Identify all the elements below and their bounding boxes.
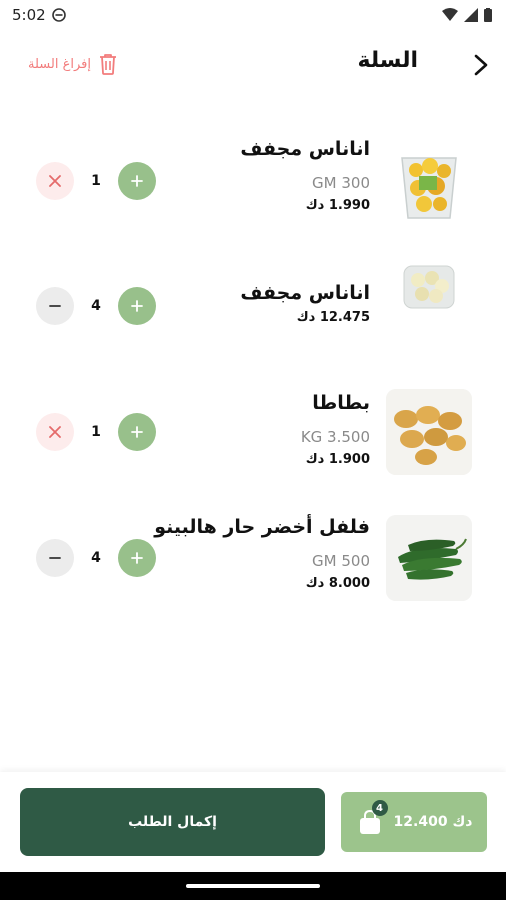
plus-icon [131, 426, 143, 438]
item-info: اناناس مجفف 12.475 دك [240, 282, 370, 325]
quantity-stepper: 1 [36, 162, 156, 200]
system-nav-bar [0, 872, 506, 900]
decrease-quantity-button[interactable] [36, 287, 74, 325]
cart-item: اناناس مجفف 12.475 دك 4 [0, 256, 506, 366]
potatoes-image [386, 389, 472, 475]
decrease-quantity-button[interactable] [36, 539, 74, 577]
cart-item: بطاطا KG 3.500 1.900 دك 1 [0, 386, 506, 496]
page-title: السلة [357, 48, 418, 73]
shopping-bag-icon: 4 [356, 800, 388, 836]
cart-total[interactable]: 4 12.400 دك [341, 792, 487, 852]
minus-icon [49, 305, 61, 307]
quantity-stepper: 1 [36, 413, 156, 451]
increase-quantity-button[interactable] [118, 287, 156, 325]
item-price: 1.990 دك [305, 198, 370, 213]
cart-item: فلفل أخضر حار هالبينو GM 500 8.000 دك 4 [0, 512, 506, 622]
header: إفراغ السلة السلة [0, 40, 506, 90]
quantity-value: 1 [91, 424, 101, 440]
item-info: اناناس مجفف GM 300 1.990 دك [240, 138, 370, 213]
item-name: فلفل أخضر حار هالبينو [154, 516, 370, 538]
status-bar: 5:02 [0, 0, 506, 32]
item-price: 8.000 دك [305, 576, 370, 591]
item-price: 12.475 دك [296, 310, 370, 325]
item-info: فلفل أخضر حار هالبينو GM 500 8.000 دك [154, 516, 370, 591]
item-weight: GM 300 [312, 174, 370, 192]
item-weight: KG 3.500 [300, 428, 370, 446]
minus-icon [49, 557, 61, 559]
quantity-stepper: 4 [36, 539, 156, 577]
item-name: اناناس مجفف [240, 138, 370, 160]
plus-icon [131, 300, 143, 312]
back-chevron-icon[interactable] [466, 50, 496, 80]
plus-icon [131, 175, 143, 187]
remove-item-button[interactable] [36, 162, 74, 200]
close-icon [49, 426, 61, 438]
increase-quantity-button[interactable] [118, 539, 156, 577]
clear-cart-button[interactable]: إفراغ السلة [28, 52, 119, 76]
close-icon [49, 175, 61, 187]
item-name: اناناس مجفف [240, 282, 370, 304]
checkout-footer: إكمال الطلب 4 12.400 دك [0, 772, 506, 872]
jalapeno-peppers-image [386, 515, 472, 601]
clear-cart-label: إفراغ السلة [28, 56, 91, 72]
checkout-button[interactable]: إكمال الطلب [20, 788, 325, 856]
dnd-icon [52, 8, 66, 22]
cart-count-badge: 4 [371, 800, 388, 816]
quantity-value: 1 [91, 173, 101, 189]
increase-quantity-button[interactable] [118, 413, 156, 451]
dried-pineapple-cup-image [386, 140, 472, 226]
plus-icon [131, 552, 143, 564]
cart-item: اناناس مجفف GM 300 1.990 دك 1 [0, 130, 506, 240]
item-weight: GM 500 [312, 552, 370, 570]
quantity-value: 4 [91, 298, 101, 314]
remove-item-button[interactable] [36, 413, 74, 451]
status-icons [442, 8, 492, 22]
quantity-stepper: 4 [36, 287, 156, 325]
dried-pineapple-pieces-image [398, 256, 460, 318]
item-info: بطاطا KG 3.500 1.900 دك [301, 392, 370, 467]
home-handle[interactable] [186, 884, 320, 888]
item-name: بطاطا [312, 392, 370, 414]
battery-icon [484, 8, 492, 22]
item-price: 1.900 دك [305, 452, 370, 467]
increase-quantity-button[interactable] [118, 162, 156, 200]
signal-icon [464, 8, 478, 22]
wifi-icon [442, 8, 458, 21]
status-time: 5:02 [12, 6, 46, 24]
trash-icon [99, 54, 116, 75]
quantity-value: 4 [91, 550, 101, 566]
total-price: 12.400 دك [393, 814, 473, 830]
